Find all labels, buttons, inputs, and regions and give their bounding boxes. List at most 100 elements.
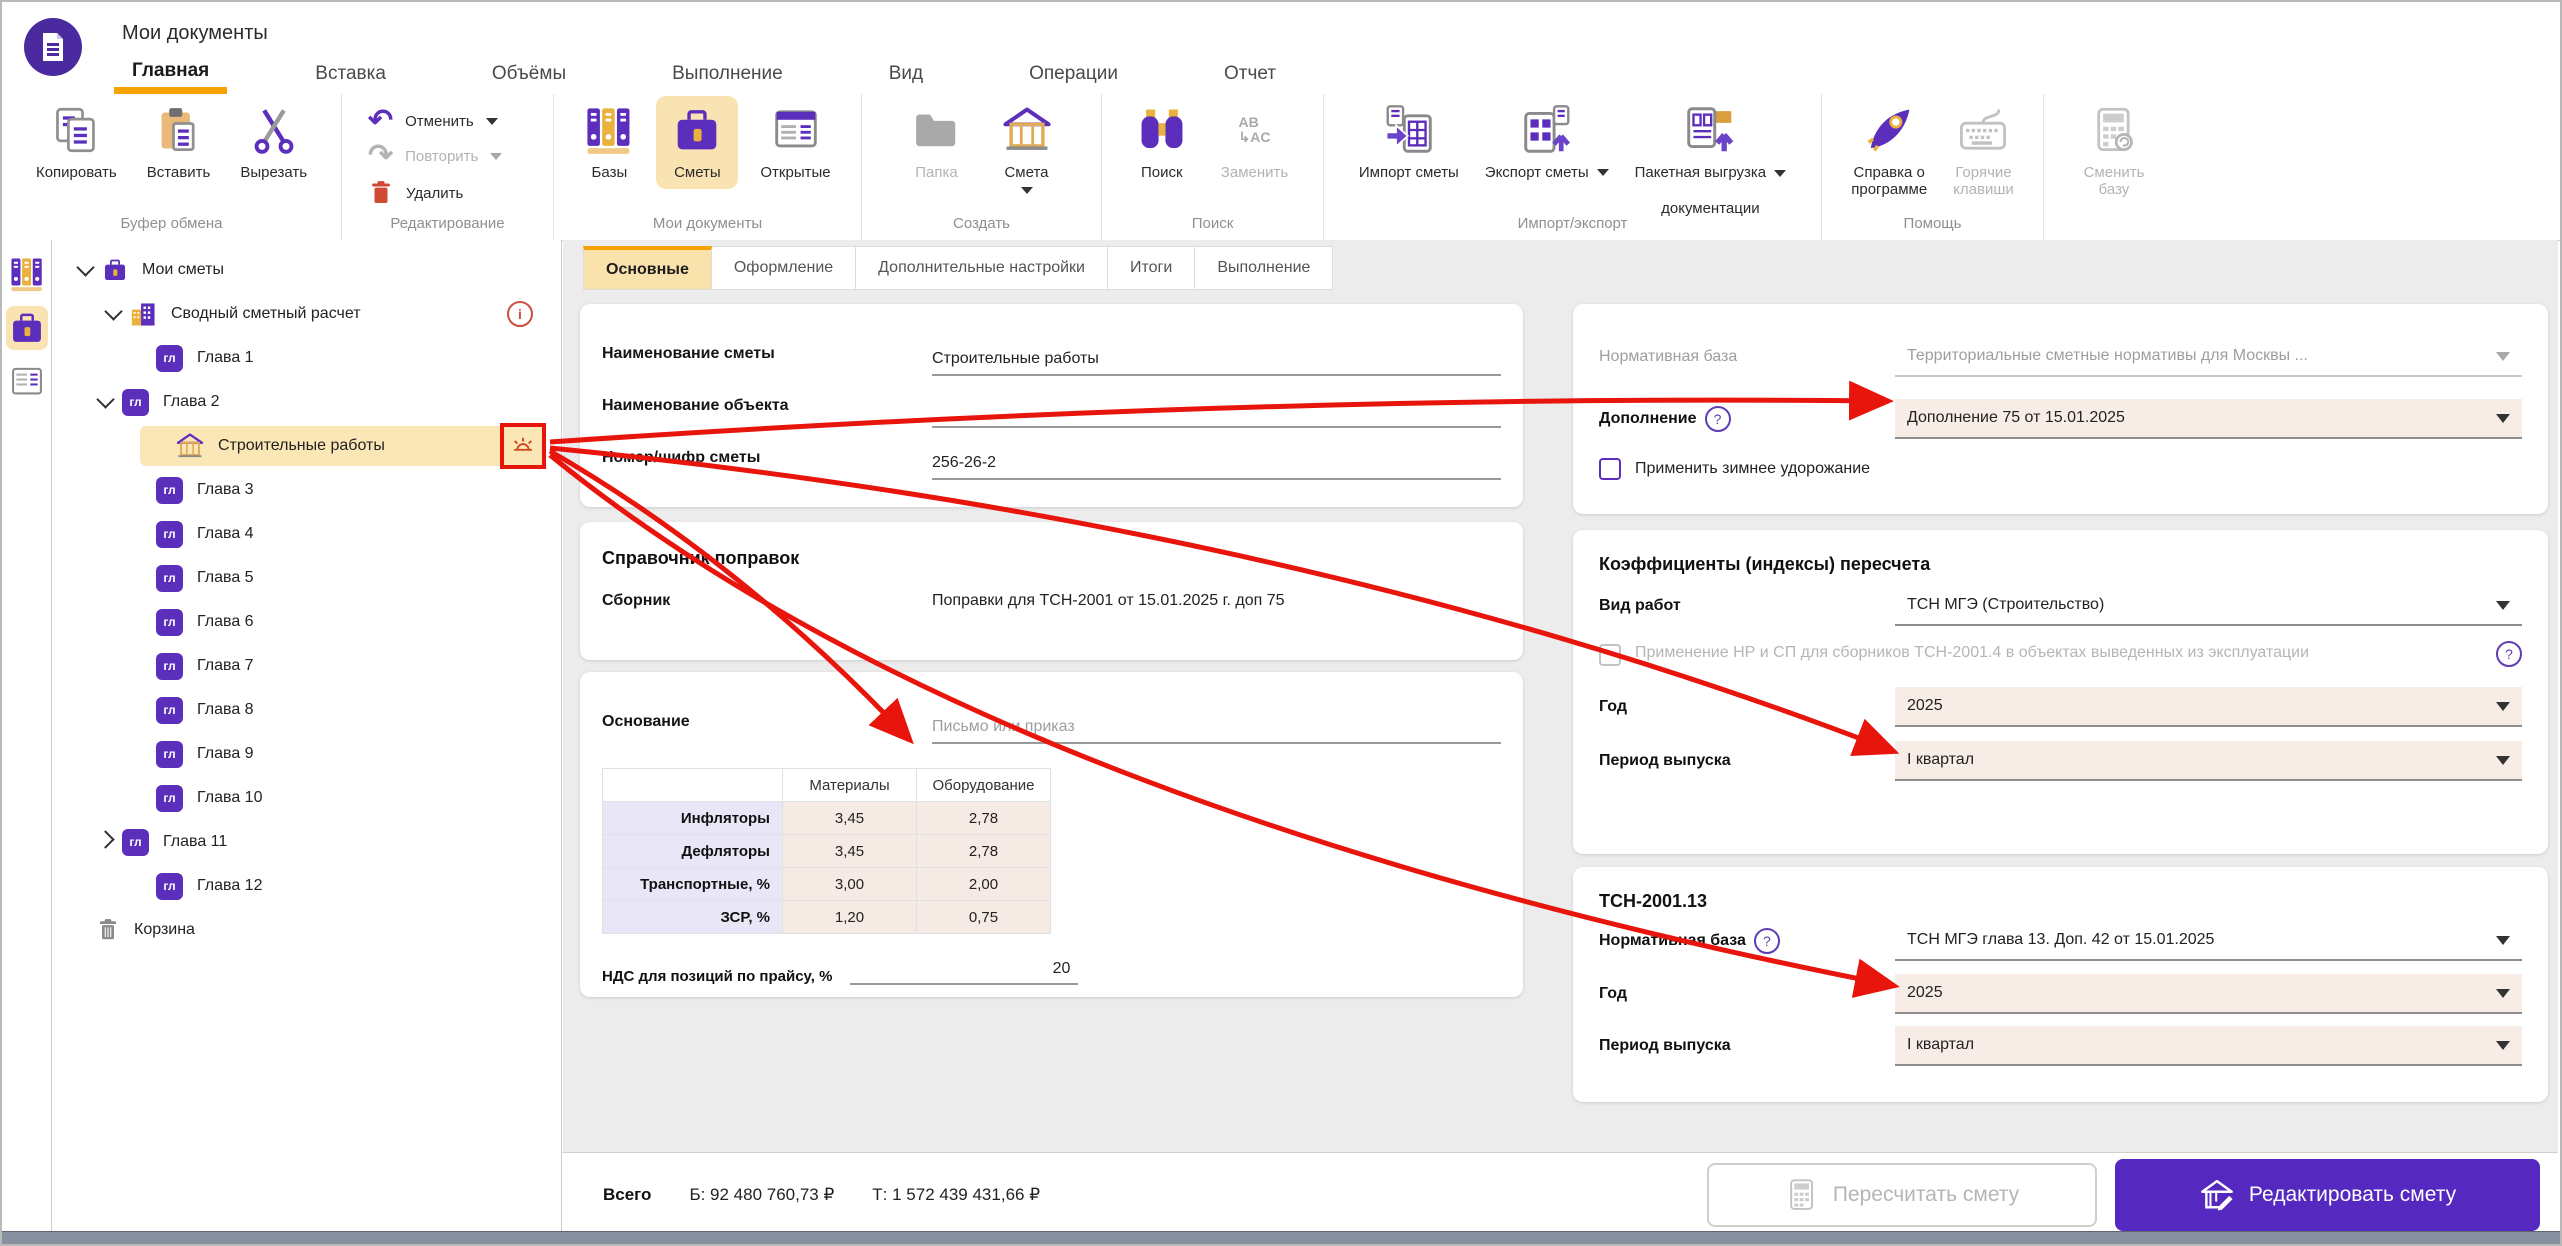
export-caret[interactable] [1597, 169, 1609, 176]
chevron-down-icon[interactable] [96, 390, 114, 408]
folder-icon [912, 102, 962, 158]
rail-bases-button[interactable] [6, 252, 48, 296]
redo-icon: ↷ [368, 145, 393, 167]
ribbon-group-clipboard: Копировать Вставить Вырезать Буфер обмен… [2, 94, 342, 240]
redo-button[interactable]: ↷ Повторить [368, 145, 553, 167]
copy-button[interactable]: Копировать [36, 102, 117, 181]
undo-button[interactable]: ↶ Отменить [368, 110, 553, 132]
chevron-down-icon[interactable] [76, 258, 94, 276]
ribbon-group-help: Справка опрограмме Горячиеклавиши Помощь [1822, 94, 2044, 240]
tab-dop-nastroyki[interactable]: Дополнительные настройки [856, 246, 1108, 290]
house-icon [176, 432, 204, 460]
work-type-label: Вид работ [1599, 597, 1895, 615]
menu-tab-vstavka[interactable]: Вставка [297, 54, 404, 94]
tree-item-chapter[interactable]: глГлава 7 [52, 644, 561, 688]
estimates-button[interactable]: Сметы [656, 96, 738, 189]
undo-dropdown-caret[interactable] [486, 118, 498, 125]
menu-tab-glavnaya[interactable]: Главная [114, 54, 227, 94]
cut-button[interactable]: Вырезать [240, 102, 307, 181]
tsn-base-select[interactable]: ТСН МГЭ глава 13. Доп. 42 от 15.01.2025 [1895, 921, 2522, 961]
batch-upload-button[interactable]: Пакетная выгрузкадокументации [1635, 102, 1787, 218]
period-select[interactable]: I квартал [1895, 741, 2522, 781]
tree-item-chapter[interactable]: глГлава 8 [52, 688, 561, 732]
tsn-period-select[interactable]: I квартал [1895, 1026, 2522, 1066]
supplement-select[interactable]: Дополнение 75 от 15.01.2025 [1895, 399, 2522, 439]
siren-icon [509, 432, 537, 460]
tree-item-chapter[interactable]: глГлава 11 [52, 820, 561, 864]
estimate-number-input[interactable]: 256-26-2 [932, 436, 1501, 480]
help-icon[interactable]: ? [1754, 928, 1780, 954]
estimate-name-input[interactable]: Строительные работы [932, 332, 1501, 376]
tree-item-chapter[interactable]: глГлава 12 [52, 864, 561, 908]
chevron-down-icon [2496, 352, 2510, 361]
rail-estimates-button[interactable] [6, 306, 48, 350]
normative-base-label: Нормативная база [1599, 348, 1895, 366]
object-name-input[interactable] [932, 384, 1501, 428]
building-icon [130, 301, 157, 328]
winter-checkbox[interactable] [1599, 458, 1621, 480]
app-logo-icon[interactable] [24, 18, 82, 76]
menu-tab-operacii[interactable]: Операции [1011, 54, 1136, 94]
vat-label: НДС для позиций по прайсу, % [602, 968, 832, 985]
estimate-number-label: Номер/шифр сметы [602, 449, 932, 467]
chapter-icon: гл [122, 389, 149, 416]
tree-item-summary-calc[interactable]: Сводный сметный расчет i [52, 292, 561, 336]
period-label: Период выпуска [1599, 752, 1895, 770]
selected-row-highlight[interactable]: Строительные работы [140, 426, 538, 466]
basis-label: Основание [602, 713, 932, 731]
delete-button[interactable]: Удалить [368, 180, 553, 206]
tree-item-chapter[interactable]: глГлава 2 [52, 380, 561, 424]
tree-item-selected-estimate[interactable]: Строительные работы [52, 424, 561, 468]
about-button[interactable]: Справка опрограмме [1851, 102, 1927, 199]
tab-vypolnenie[interactable]: Выполнение [1195, 246, 1333, 290]
search-button[interactable]: Поиск [1137, 102, 1187, 181]
tree-item-chapter[interactable]: глГлава 6 [52, 600, 561, 644]
tsn-year-select[interactable]: 2025 [1895, 974, 2522, 1014]
tree-item-chapter[interactable]: глГлава 4 [52, 512, 561, 556]
collection-label: Сборник [602, 592, 932, 610]
tree-item-chapter[interactable]: глГлава 3 [52, 468, 561, 512]
menu-tab-otchet[interactable]: Отчет [1206, 54, 1294, 94]
chevron-down-icon[interactable] [104, 302, 122, 320]
tree-item-chapter[interactable]: глГлава 10 [52, 776, 561, 820]
estimate-tabs: Основные Оформление Дополнительные настр… [583, 246, 1333, 290]
paste-button[interactable]: Вставить [147, 102, 211, 181]
tree-item-trash[interactable]: Корзина [52, 908, 561, 952]
ribbon-group-import-export: Импорт сметы Экспорт сметы Пакетная выгр… [1324, 94, 1822, 240]
tab-osnovnye[interactable]: Основные [583, 246, 712, 290]
import-estimate-button[interactable]: Импорт сметы [1359, 102, 1459, 218]
export-estimate-button[interactable]: Экспорт сметы [1485, 102, 1609, 218]
work-type-select[interactable]: ТСН МГЭ (Строительство) [1895, 586, 2522, 626]
card-normative-base: Нормативная база Территориальные сметные… [1573, 304, 2548, 514]
help-icon[interactable]: ? [1705, 406, 1731, 432]
tab-oformlenie[interactable]: Оформление [712, 246, 856, 290]
menu-tab-vid[interactable]: Вид [871, 54, 941, 94]
tsn-title: ТСН-2001.13 [1599, 891, 2522, 912]
alarm-indicator[interactable] [500, 423, 546, 469]
opened-button[interactable]: Открытые [760, 102, 830, 189]
create-estimate-button[interactable]: Смета [1002, 102, 1052, 194]
basis-input[interactable]: Письмо или приказ [932, 700, 1501, 744]
vat-input[interactable]: 20 [850, 960, 1078, 985]
tree-item-chapter[interactable]: глГлава 1 [52, 336, 561, 380]
rail-opened-button[interactable] [6, 360, 48, 404]
tree-item-chapter[interactable]: глГлава 9 [52, 732, 561, 776]
year-select[interactable]: 2025 [1895, 687, 2522, 727]
help-icon[interactable]: ? [2496, 641, 2522, 667]
batch-upload-caret[interactable] [1774, 170, 1786, 177]
window-title: Мои документы [122, 22, 268, 45]
main-content: Основные Оформление Дополнительные настр… [563, 240, 2558, 1232]
create-estimate-caret[interactable] [1021, 187, 1033, 194]
menu-tab-vypolnenie[interactable]: Выполнение [654, 54, 801, 94]
supplement-label: Дополнение? [1599, 406, 1895, 432]
menu-tab-obyomy[interactable]: Объёмы [474, 54, 584, 94]
info-icon[interactable]: i [507, 301, 533, 327]
keyboard-icon [1958, 102, 2008, 158]
normative-base-select[interactable]: Территориальные сметные нормативы для Мо… [1895, 337, 2522, 377]
tree-item-my-estimates[interactable]: Мои сметы [52, 248, 561, 292]
bases-button[interactable]: Базы [584, 102, 634, 189]
edit-estimate-button[interactable]: Редактировать смету [2115, 1159, 2540, 1231]
chevron-right-icon[interactable] [96, 830, 114, 848]
tab-itogi[interactable]: Итоги [1108, 246, 1195, 290]
tree-item-chapter[interactable]: глГлава 5 [52, 556, 561, 600]
